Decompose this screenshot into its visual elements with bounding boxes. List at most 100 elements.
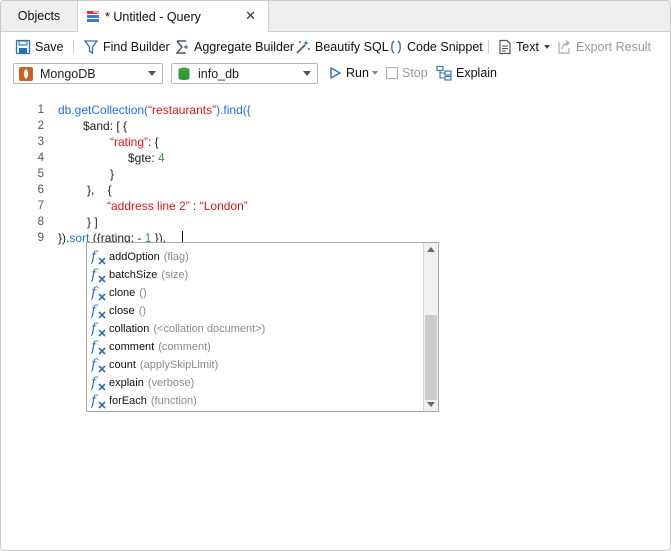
chevron-down-icon (303, 71, 311, 76)
text-mode-button[interactable]: Text (498, 37, 550, 57)
beautify-sql-button[interactable]: Beautify SQL (295, 37, 389, 57)
save-button[interactable]: Save (15, 37, 64, 57)
autocomplete-name: close (109, 305, 135, 317)
run-button[interactable]: Run (328, 63, 378, 83)
code-line: “address line 2” : “London” (107, 199, 248, 213)
svg-text:f: f (91, 303, 99, 319)
function-icon: f (91, 267, 106, 283)
code-line: “rating”: { (110, 135, 159, 149)
function-icon: f (91, 393, 106, 409)
main-toolbar: Save Find Builder Aggregate Builder Beau… (1, 34, 670, 58)
find-builder-icon (83, 40, 99, 55)
autocomplete-list: f addOption (flag) f batchSize (size) f cl… (87, 248, 425, 410)
chevron-down-icon (543, 45, 550, 49)
svg-text:f: f (91, 321, 99, 337)
line-number: 4 (37, 152, 44, 164)
close-icon[interactable]: ✕ (245, 8, 256, 24)
autocomplete-item[interactable]: f comment (comment) (87, 338, 425, 356)
function-icon: f (91, 357, 106, 373)
query-window: Objects * Untitled - Query ✕ Save Find B… (0, 0, 671, 551)
autocomplete-param: () (139, 287, 147, 299)
function-icon: f (91, 375, 106, 391)
explain-icon (436, 65, 452, 81)
code-snippet-button[interactable]: Code Snippet (389, 37, 483, 57)
tab-objects[interactable]: Objects (1, 1, 78, 31)
autocomplete-item[interactable]: f forEach (function) (87, 392, 425, 410)
line-number: 2 (37, 120, 44, 132)
autocomplete-name: addOption (109, 251, 160, 263)
stop-button[interactable]: Stop (386, 63, 428, 83)
beautify-sql-label: Beautify SQL (315, 40, 389, 54)
autocomplete-item[interactable]: f batchSize (size) (87, 266, 425, 284)
code-line: db.getCollection(“restaurants”).find({ (58, 103, 251, 117)
code-snippet-icon (391, 40, 401, 54)
run-label: Run (346, 66, 369, 80)
autocomplete-name: collation (109, 323, 150, 335)
line-number: 1 (37, 104, 44, 116)
explain-button[interactable]: Explain (436, 63, 497, 83)
function-icon: f (91, 303, 106, 319)
autocomplete-item[interactable]: f collation (<collation document>) (87, 320, 425, 338)
database-select[interactable]: info_db (171, 63, 318, 84)
autocomplete-param: (function) (150, 395, 197, 407)
server-select[interactable]: MongoDB (13, 63, 163, 84)
code-line: } (110, 167, 115, 181)
autocomplete-item[interactable]: f clone() (87, 284, 425, 302)
svg-text:f: f (91, 249, 99, 265)
aggregate-builder-button[interactable]: Aggregate Builder (174, 37, 294, 57)
autocomplete-param: (flag) (163, 251, 189, 263)
line-number: 7 (37, 200, 44, 212)
code-line: }, { (87, 183, 112, 197)
code-line: $gte: 4 (128, 151, 165, 165)
export-result-button[interactable]: Export Result (556, 37, 651, 57)
autocomplete-name: clone (109, 287, 136, 299)
save-label: Save (35, 40, 64, 54)
server-select-value: MongoDB (40, 66, 96, 81)
export-icon (558, 40, 570, 54)
autocomplete-param: (size) (161, 269, 189, 281)
line-number: 3 (37, 136, 44, 148)
autocomplete-item[interactable]: f count (applySkipLimit) (87, 356, 425, 374)
code-line: } ] (87, 215, 98, 229)
mongodb-leaf-icon (19, 66, 33, 81)
sigma-icon (175, 40, 188, 54)
autocomplete-popup: f addOption (flag) f batchSize (size) f cl… (86, 242, 439, 412)
svg-text:f: f (91, 339, 99, 355)
export-result-label: Export Result (576, 40, 652, 54)
autocomplete-name: forEach (109, 395, 147, 407)
find-builder-button[interactable]: Find Builder (83, 37, 170, 57)
function-icon: f (91, 321, 106, 337)
autocomplete-item[interactable]: f addOption (flag) (87, 248, 425, 266)
autocomplete-name: count (109, 359, 136, 371)
save-icon (15, 39, 31, 55)
autocomplete-name: batchSize (109, 269, 158, 281)
line-number: 5 (37, 168, 44, 180)
stop-icon (386, 67, 398, 79)
code-snippet-label: Code Snippet (407, 40, 483, 54)
scroll-down-arrow-icon[interactable] (427, 402, 435, 407)
code-line: $and: [ { (83, 119, 128, 133)
scroll-up-arrow-icon[interactable] (427, 247, 435, 252)
database-select-value: info_db (198, 66, 240, 81)
autocomplete-name: explain (109, 377, 144, 389)
tab-query[interactable]: * Untitled - Query ✕ (78, 1, 269, 32)
line-number: 9 (37, 232, 44, 244)
function-icon: f (91, 249, 106, 265)
autocomplete-param: () (138, 305, 147, 317)
svg-text:f: f (91, 285, 99, 301)
stop-label: Stop (402, 66, 428, 80)
function-icon: f (91, 339, 106, 355)
autocomplete-item[interactable]: f explain (verbose) (87, 374, 425, 392)
chevron-down-icon (148, 71, 156, 76)
query-icon (87, 10, 99, 22)
scrollbar-thumb[interactable] (425, 315, 437, 400)
tab-bar: Objects * Untitled - Query ✕ (1, 1, 670, 32)
autocomplete-param: (verbose) (147, 377, 195, 389)
document-icon (499, 39, 511, 55)
autocomplete-item[interactable]: f close() (87, 302, 425, 320)
connection-bar: MongoDB info_db Run Stop Explain (1, 61, 670, 87)
line-number: 6 (37, 184, 44, 196)
magic-wand-icon (296, 40, 310, 54)
explain-label: Explain (456, 66, 497, 80)
autocomplete-scrollbar[interactable] (423, 243, 438, 411)
